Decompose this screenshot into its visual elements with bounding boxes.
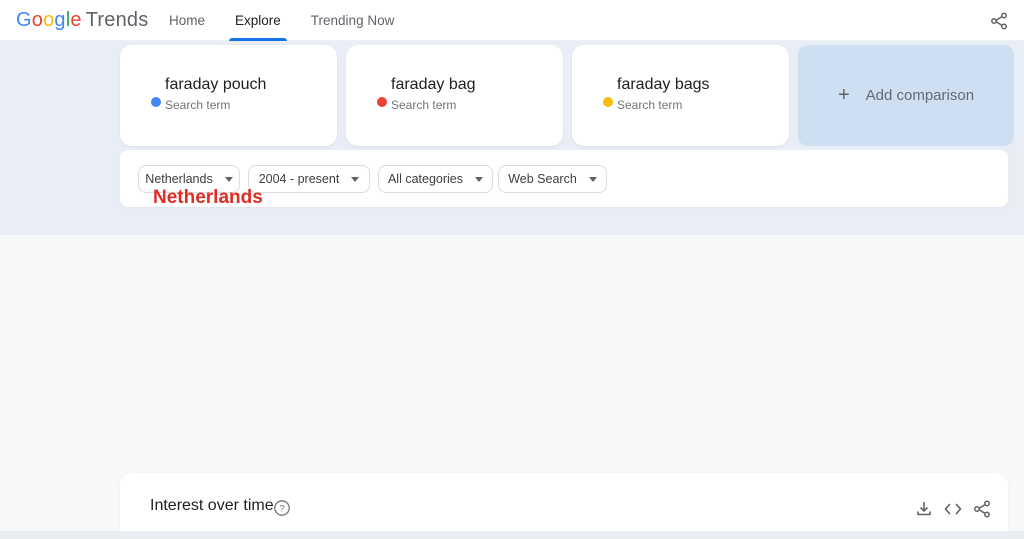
search-type-filter-value: Web Search: [508, 172, 577, 186]
term-type-label: Search term: [165, 98, 230, 112]
nav-home[interactable]: Home: [167, 0, 207, 41]
term-card[interactable]: faraday pouch Search term: [120, 45, 337, 146]
term-title: faraday pouch: [165, 76, 266, 94]
svg-text:?: ?: [279, 504, 284, 515]
main-content: 255075100NoteNoteNoteJan 1, 2004Jun 1, 2…: [0, 235, 1024, 539]
page-bottom-strip: [0, 531, 1024, 539]
chevron-down-icon: [589, 177, 597, 182]
chart-title: Interest over time: [150, 497, 274, 515]
embed-icon[interactable]: [942, 498, 964, 520]
term-card[interactable]: faraday bag Search term: [346, 45, 563, 146]
comparison-strip: faraday pouch Search term faraday bag Se…: [0, 41, 1024, 235]
category-filter-value: All categories: [388, 172, 463, 186]
chevron-down-icon: [351, 177, 359, 182]
term-type-label: Search term: [391, 98, 456, 112]
chevron-down-icon: [225, 177, 233, 182]
interest-over-time-card: 255075100NoteNoteNoteJan 1, 2004Jun 1, 2…: [120, 473, 1008, 539]
google-trends-logo[interactable]: GoogleTrends: [16, 9, 148, 32]
series-color-dot: [377, 97, 387, 107]
term-card[interactable]: faraday bags Search term: [572, 45, 789, 146]
time-filter-value: 2004 - present: [259, 172, 340, 186]
series-color-dot: [151, 97, 161, 107]
term-title: faraday bags: [617, 76, 710, 94]
nav-explore[interactable]: Explore: [233, 0, 283, 41]
share-icon[interactable]: [988, 10, 1010, 32]
main-nav: Home Explore Trending Now: [167, 0, 396, 41]
term-type-label: Search term: [617, 98, 682, 112]
red-annotation-text: Netherlands: [153, 187, 263, 209]
geo-filter-value: Netherlands: [145, 172, 212, 186]
chevron-down-icon: [475, 177, 483, 182]
plus-icon: +: [838, 84, 850, 107]
category-filter-dropdown[interactable]: All categories: [378, 165, 493, 193]
help-icon[interactable]: ?: [273, 499, 291, 517]
term-title: faraday bag: [391, 76, 476, 94]
trends-wordmark: Trends: [86, 9, 149, 31]
time-filter-dropdown[interactable]: 2004 - present: [248, 165, 370, 193]
add-comparison-button[interactable]: + Add comparison: [798, 45, 1014, 146]
search-type-filter-dropdown[interactable]: Web Search: [498, 165, 607, 193]
share-icon[interactable]: [971, 498, 993, 520]
add-comparison-label: Add comparison: [866, 87, 974, 104]
google-wordmark: Google: [16, 9, 82, 31]
app-header: GoogleTrends Home Explore Trending Now: [0, 0, 1024, 41]
nav-trending-now[interactable]: Trending Now: [309, 0, 397, 41]
download-icon[interactable]: [913, 498, 935, 520]
series-color-dot: [603, 97, 613, 107]
